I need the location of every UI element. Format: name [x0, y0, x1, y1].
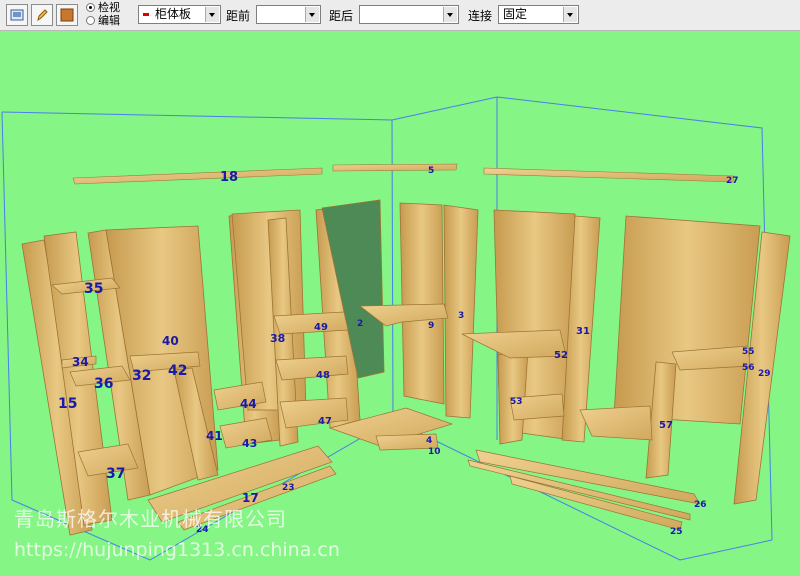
- label-4: 4: [426, 436, 432, 446]
- label-42: 42: [168, 363, 187, 379]
- toolbar: 检视 编辑 柜体板 距前 距后 连接 固定: [0, 0, 800, 31]
- label-49: 49: [314, 322, 328, 333]
- mode-radio-group: 检视 编辑: [86, 1, 120, 27]
- label-3: 3: [458, 311, 464, 321]
- label-26: 26: [694, 500, 707, 510]
- panel-icon: [60, 8, 74, 22]
- radio-edit[interactable]: 编辑: [86, 14, 120, 27]
- pencil-icon: [37, 9, 48, 22]
- connect-select-value: 固定: [503, 7, 528, 21]
- 3d-viewport[interactable]: 18 5 27 35 40 34 36 32 42 15 37 41 44 43…: [0, 31, 800, 576]
- back-label: 距后: [329, 9, 354, 23]
- label-31: 31: [576, 326, 590, 337]
- label-25: 25: [670, 527, 683, 537]
- radio-view-label: 检视: [98, 1, 120, 14]
- type-select-value: 柜体板: [155, 7, 192, 21]
- label-35: 35: [84, 281, 103, 297]
- label-5: 5: [428, 166, 434, 176]
- label-2: 2: [357, 319, 363, 329]
- chevron-down-icon: [205, 7, 219, 22]
- label-15: 15: [58, 396, 77, 412]
- label-47: 47: [318, 416, 332, 427]
- connect-label: 连接: [468, 9, 493, 23]
- label-40: 40: [162, 334, 179, 348]
- label-18: 18: [220, 170, 238, 185]
- back-select[interactable]: [359, 5, 459, 24]
- label-10: 10: [428, 447, 441, 457]
- chevron-down-icon: [563, 7, 577, 22]
- label-34: 34: [72, 355, 89, 369]
- label-53: 53: [510, 397, 523, 407]
- chevron-down-icon: [443, 7, 457, 22]
- label-48: 48: [316, 370, 330, 381]
- cabinet-scene: 18 5 27 35 40 34 36 32 42 15 37 41 44 43…: [1, 96, 791, 561]
- label-43: 43: [242, 437, 257, 450]
- label-23: 23: [282, 483, 295, 493]
- watermark-url: https://hujunping1313.cn.china.cn: [14, 539, 340, 561]
- label-9: 9: [428, 321, 434, 331]
- edit-button[interactable]: [31, 4, 53, 26]
- label-32: 32: [132, 368, 151, 384]
- label-44: 44: [240, 397, 257, 411]
- view-button[interactable]: [6, 4, 28, 26]
- radio-edit-dot[interactable]: [86, 16, 95, 25]
- radio-view[interactable]: 检视: [86, 1, 120, 14]
- label-36: 36: [94, 376, 113, 392]
- label-37: 37: [106, 466, 125, 482]
- label-38: 38: [270, 332, 285, 345]
- label-55: 55: [742, 347, 755, 357]
- label-56: 56: [742, 363, 755, 373]
- label-52: 52: [554, 350, 568, 361]
- label-41: 41: [206, 429, 223, 443]
- label-29: 29: [758, 369, 771, 379]
- type-select[interactable]: 柜体板: [138, 5, 221, 24]
- red-dash-icon: [143, 13, 149, 16]
- label-27: 27: [726, 176, 739, 186]
- radio-edit-label: 编辑: [98, 14, 120, 27]
- top-panels: [72, 163, 735, 185]
- radio-view-dot[interactable]: [86, 3, 95, 12]
- view-icon: [10, 9, 24, 21]
- watermark-company: 青岛斯格尔木业机械有限公司: [14, 507, 287, 531]
- connect-select[interactable]: 固定: [498, 5, 579, 24]
- chevron-down-icon: [305, 7, 319, 22]
- label-57: 57: [659, 420, 673, 431]
- front-select[interactable]: [256, 5, 321, 24]
- front-label: 距前: [226, 9, 251, 23]
- panel-button[interactable]: [56, 4, 78, 26]
